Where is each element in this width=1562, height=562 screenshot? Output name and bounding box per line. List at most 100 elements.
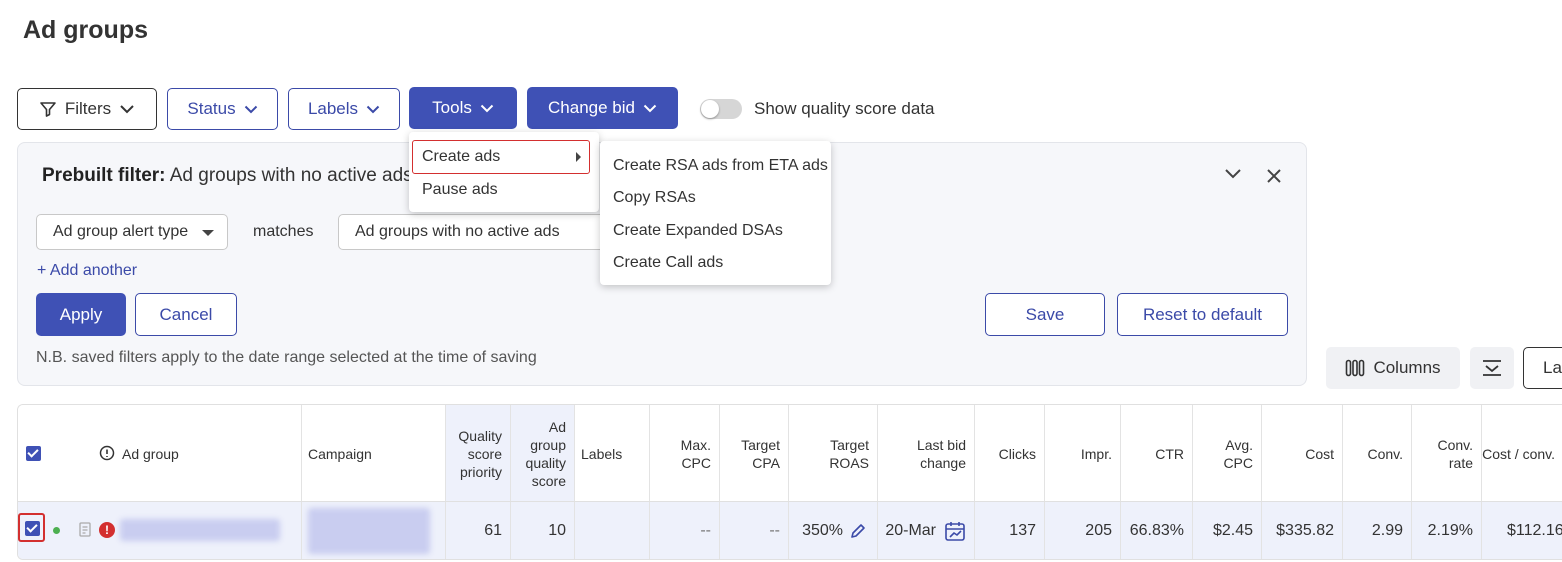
operator-label: matches: [253, 223, 314, 240]
header-campaign[interactable]: Campaign: [302, 405, 446, 502]
cell-labels: [575, 502, 650, 559]
cell-ctr: 66.83%: [1121, 502, 1193, 559]
menu-item-copy-rsas[interactable]: Copy RSAs: [600, 189, 831, 207]
prebuilt-filter-title: Prebuilt filter: Ad groups with no activ…: [42, 165, 413, 187]
cell-quality-score-priority: 61: [446, 502, 511, 559]
labels-button[interactable]: Labels: [288, 88, 400, 130]
status-button[interactable]: Status: [167, 88, 278, 130]
cell-last-bid-change[interactable]: 20-Mar: [878, 502, 975, 559]
cell-cost: $335.82: [1262, 502, 1343, 559]
cell-max-cpc: --: [650, 502, 720, 559]
filter-value-select[interactable]: Ad groups with no active ads: [338, 214, 618, 250]
cell-ad-group[interactable]: !: [18, 502, 302, 559]
menu-item-create-ads[interactable]: Create ads: [409, 148, 599, 166]
target-roas-value: 350%: [802, 522, 843, 539]
header-clicks[interactable]: Clicks: [975, 405, 1045, 502]
cell-campaign[interactable]: [302, 502, 446, 559]
tools-menu: Create ads Pause ads: [409, 132, 599, 212]
header-target-roas[interactable]: Target ROAS: [789, 405, 878, 502]
columns-button[interactable]: Columns: [1326, 347, 1460, 389]
header-ad-group[interactable]: Ad group: [18, 405, 302, 502]
columns-icon: [1346, 359, 1365, 377]
chevron-down-icon: [643, 104, 657, 112]
redacted-campaign-name: [308, 508, 430, 554]
cell-target-cpa: --: [720, 502, 789, 559]
menu-item-create-expanded-dsas[interactable]: Create Expanded DSAs: [600, 222, 831, 240]
close-icon[interactable]: [1266, 168, 1282, 184]
caret-down-icon: [202, 230, 214, 236]
cell-target-roas[interactable]: 350%: [789, 502, 878, 559]
reset-to-default-button[interactable]: Reset to default: [1117, 293, 1288, 336]
layout-button[interactable]: La: [1523, 347, 1562, 389]
status-label: Status: [187, 99, 236, 118]
last-bid-change-value: 20-Mar: [885, 522, 936, 539]
pencil-icon[interactable]: [849, 522, 867, 540]
select-all-checkbox[interactable]: [26, 446, 41, 461]
save-button[interactable]: Save: [985, 293, 1105, 336]
row-checkbox[interactable]: [25, 521, 40, 536]
header-cost[interactable]: Cost: [1262, 405, 1343, 502]
redacted-ad-group-name: [120, 519, 280, 541]
alert-type-select[interactable]: Ad group alert type: [36, 214, 228, 250]
create-ads-submenu: Create RSA ads from ETA ads Copy RSAs Cr…: [600, 141, 831, 285]
cell-impr: 205: [1045, 502, 1121, 559]
header-impr[interactable]: Impr.: [1045, 405, 1121, 502]
columns-label: Columns: [1373, 358, 1441, 377]
cell-conv: 2.99: [1343, 502, 1412, 559]
header-ad-group-quality-score[interactable]: Ad group quality score: [511, 405, 575, 502]
chevron-down-icon: [244, 105, 257, 113]
quality-score-toggle-label: Show quality score data: [754, 99, 935, 118]
collapse-rows-icon: [1483, 360, 1501, 376]
toggle-knob: [701, 100, 719, 118]
cell-clicks: 137: [975, 502, 1045, 559]
quality-score-toggle[interactable]: [700, 99, 742, 119]
header-ad-group-label: Ad group: [122, 446, 179, 462]
header-last-bid-change[interactable]: Last bid change: [878, 405, 975, 502]
saved-filters-note: N.B. saved filters apply to the date ran…: [36, 349, 537, 366]
prebuilt-filter-label: Prebuilt filter:: [42, 165, 166, 186]
chevron-down-icon: [366, 105, 380, 113]
change-bid-label: Change bid: [548, 98, 635, 117]
cell-ad-group-quality-score: 10: [511, 502, 575, 559]
menu-item-create-rsa-from-eta[interactable]: Create RSA ads from ETA ads: [600, 157, 831, 175]
calendar-chart-icon[interactable]: [944, 520, 966, 542]
tools-button[interactable]: Tools: [409, 87, 517, 129]
header-labels[interactable]: Labels: [575, 405, 650, 502]
alert-type-value: Ad group alert type: [53, 223, 189, 240]
prebuilt-filter-value: Ad groups with no active ads: [169, 165, 413, 186]
menu-item-create-call-ads[interactable]: Create Call ads: [600, 254, 831, 272]
filter-icon: [40, 102, 56, 117]
header-avg-cpc[interactable]: Avg. CPC: [1193, 405, 1262, 502]
status-dot-icon: [53, 527, 60, 534]
header-quality-score-priority[interactable]: Quality score priority: [446, 405, 511, 502]
cell-cost-per-conv: $112.16: [1482, 502, 1562, 559]
alert-circle-icon: [99, 445, 115, 461]
edit-note-icon[interactable]: [79, 522, 93, 538]
menu-item-pause-ads[interactable]: Pause ads: [409, 181, 599, 199]
submenu-arrow-icon: [576, 152, 581, 162]
cancel-button[interactable]: Cancel: [135, 293, 237, 336]
chevron-down-icon: [480, 104, 494, 112]
filter-value-text: Ad groups with no active ads: [355, 223, 560, 240]
ad-groups-table: Ad group Campaign Quality score priority…: [17, 404, 1562, 560]
collapse-chevron-icon[interactable]: [1224, 168, 1242, 180]
header-conv-rate[interactable]: Conv. rate: [1412, 405, 1482, 502]
filters-button[interactable]: Filters: [17, 88, 157, 130]
cell-conv-rate: 2.19%: [1412, 502, 1482, 559]
filters-label: Filters: [64, 99, 112, 118]
header-cost-per-conv[interactable]: Cost / conv.: [1482, 405, 1562, 502]
apply-button[interactable]: Apply: [36, 293, 126, 336]
header-ctr[interactable]: CTR: [1121, 405, 1193, 502]
alert-badge-icon[interactable]: !: [99, 522, 115, 538]
tools-label: Tools: [432, 98, 472, 117]
expand-rows-button[interactable]: [1470, 347, 1514, 389]
header-target-cpa[interactable]: Target CPA: [720, 405, 789, 502]
chevron-down-icon: [120, 105, 134, 114]
change-bid-button[interactable]: Change bid: [527, 87, 678, 129]
page-title: Ad groups: [23, 16, 148, 44]
cell-avg-cpc: $2.45: [1193, 502, 1262, 559]
add-another-link[interactable]: + Add another: [37, 262, 137, 280]
labels-label: Labels: [307, 99, 359, 118]
header-max-cpc[interactable]: Max. CPC: [650, 405, 720, 502]
header-conv[interactable]: Conv.: [1343, 405, 1412, 502]
